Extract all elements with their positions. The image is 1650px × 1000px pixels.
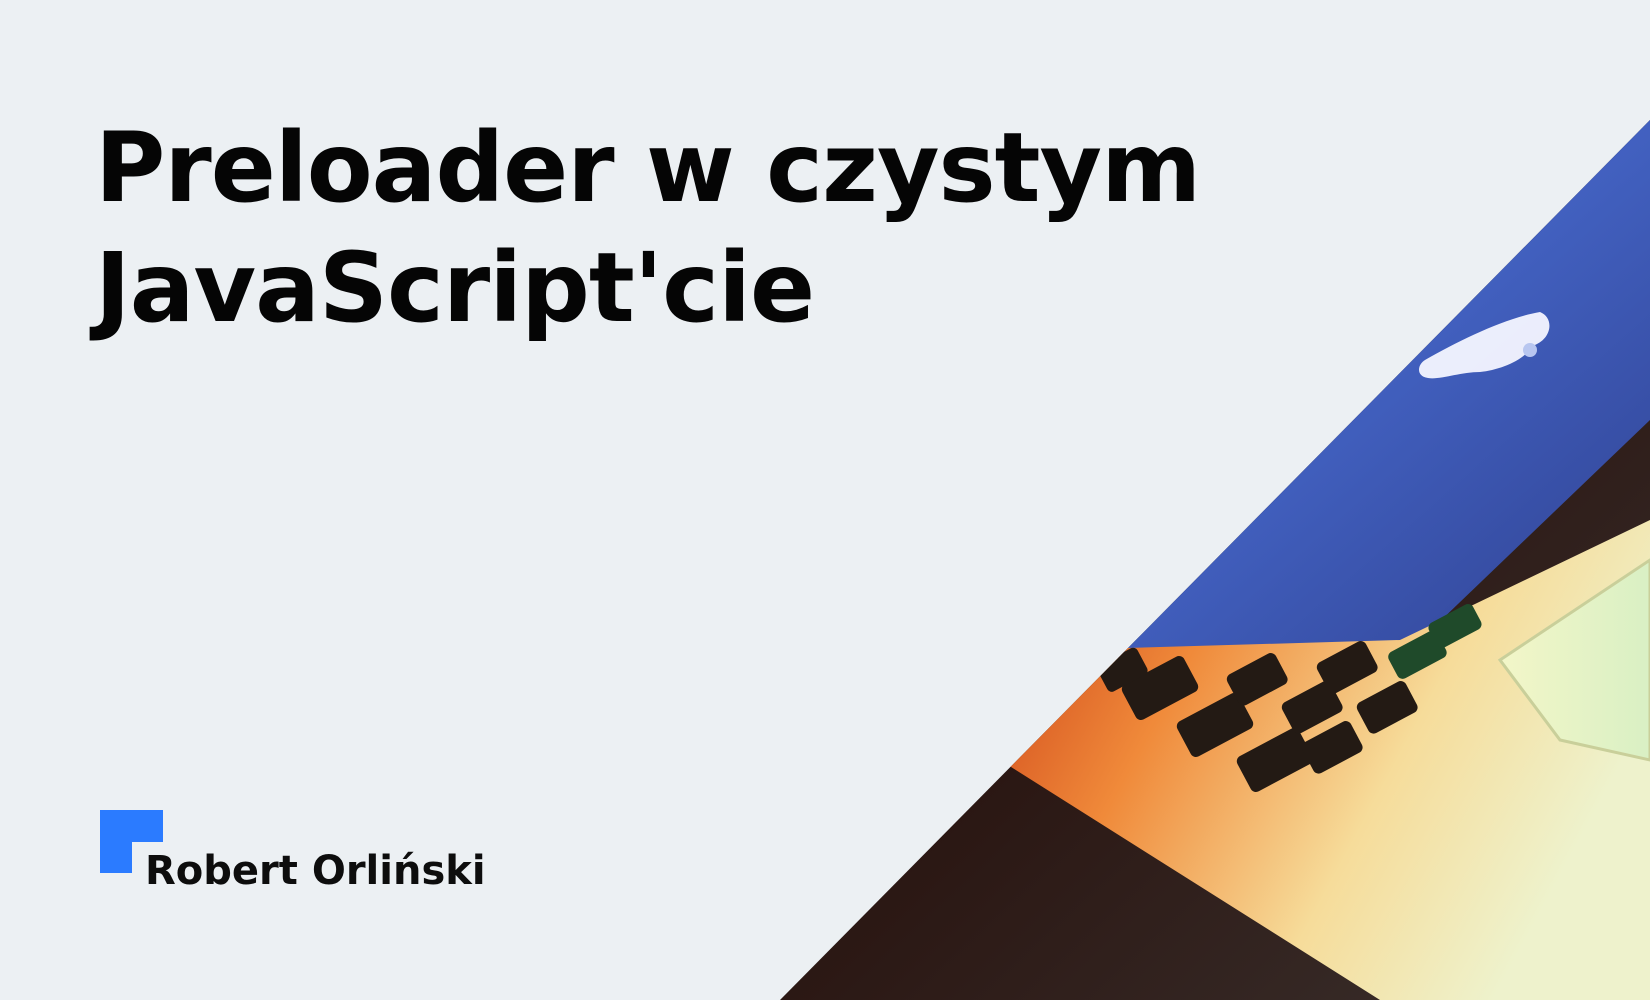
laptop-photo <box>780 120 1650 1000</box>
cover-canvas: Preloader w czystym JavaScript'cie Rober… <box>0 0 1650 1000</box>
